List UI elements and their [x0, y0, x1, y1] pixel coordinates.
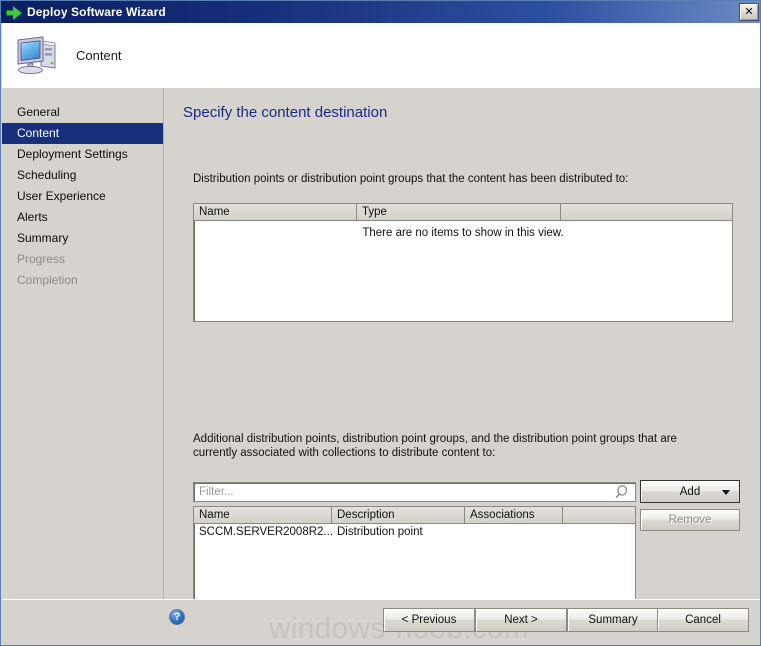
column-header-filler[interactable] — [561, 204, 732, 220]
deploy-software-wizard-window: Deploy Software Wizard ✕ Content General… — [0, 0, 761, 646]
wizard-header: Content — [2, 23, 760, 87]
close-button[interactable]: ✕ — [739, 3, 759, 21]
page-heading: Specify the content destination — [183, 104, 388, 121]
next-button[interactable]: Next > — [475, 608, 567, 632]
wizard-body: General Content Deployment Settings Sche… — [2, 87, 760, 645]
sidebar-item-progress: Progress — [17, 252, 66, 266]
content-pane: Specify the content destination Distribu… — [165, 88, 760, 645]
green-arrow-icon — [6, 5, 22, 20]
window-title: Deploy Software Wizard — [27, 5, 166, 19]
cell-name: SCCM.SERVER2008R2.... — [199, 526, 332, 538]
sidebar-item-completion: Completion — [17, 273, 78, 287]
title-bar: Deploy Software Wizard ✕ — [1, 1, 760, 23]
add-button-label: Add — [679, 485, 701, 498]
column-header-name[interactable]: Name — [194, 204, 357, 220]
sidebar-item-summary[interactable]: Summary — [2, 228, 163, 249]
sidebar-item-alerts[interactable]: Alerts — [2, 207, 163, 228]
sidebar-item-general[interactable]: General — [2, 102, 163, 123]
sidebar-item-deployment-settings[interactable]: Deployment Settings — [2, 144, 163, 165]
previous-button[interactable]: < Previous — [383, 608, 475, 632]
add-button[interactable]: Add — [640, 480, 740, 503]
wizard-step-list: General Content Deployment Settings Sche… — [2, 88, 164, 599]
search-icon — [614, 484, 632, 500]
cell-description: Distribution point — [337, 526, 423, 538]
page-title: Content — [76, 47, 122, 63]
additional-section-label: Additional distribution points, distribu… — [193, 433, 677, 459]
column-header-description[interactable]: Description — [332, 507, 465, 523]
column-header-name[interactable]: Name — [194, 507, 332, 523]
filter-box[interactable] — [193, 482, 636, 502]
cancel-button[interactable]: Cancel — [657, 608, 749, 632]
summary-button[interactable]: Summary — [567, 608, 659, 632]
filter-input[interactable] — [194, 483, 614, 501]
sidebar-item-content[interactable]: Content — [2, 123, 163, 144]
help-glyph: ? — [173, 611, 181, 623]
distributed-points-table[interactable]: Name Type There are no items to show in … — [193, 203, 733, 322]
chevron-down-icon[interactable] — [722, 490, 730, 495]
column-header-associations[interactable]: Associations — [465, 507, 563, 523]
table-header-row: Name Description Associations — [194, 507, 635, 524]
close-icon: ✕ — [744, 5, 754, 18]
column-header-filler[interactable] — [563, 507, 635, 523]
table-row[interactable]: SCCM.SERVER2008R2.... Distribution point — [194, 524, 635, 540]
column-header-type[interactable]: Type — [357, 204, 561, 220]
help-icon[interactable]: ? — [169, 609, 185, 625]
empty-state-message: There are no items to show in this view. — [362, 227, 564, 239]
remove-button-label: Remove — [668, 514, 712, 526]
computer-icon — [14, 34, 60, 76]
sidebar-item-user-experience[interactable]: User Experience — [2, 186, 163, 207]
remove-button: Remove — [640, 509, 740, 531]
distributed-section-label: Distribution points or distribution poin… — [193, 173, 629, 185]
table-header-row: Name Type — [194, 204, 732, 221]
sidebar-item-scheduling[interactable]: Scheduling — [2, 165, 163, 186]
